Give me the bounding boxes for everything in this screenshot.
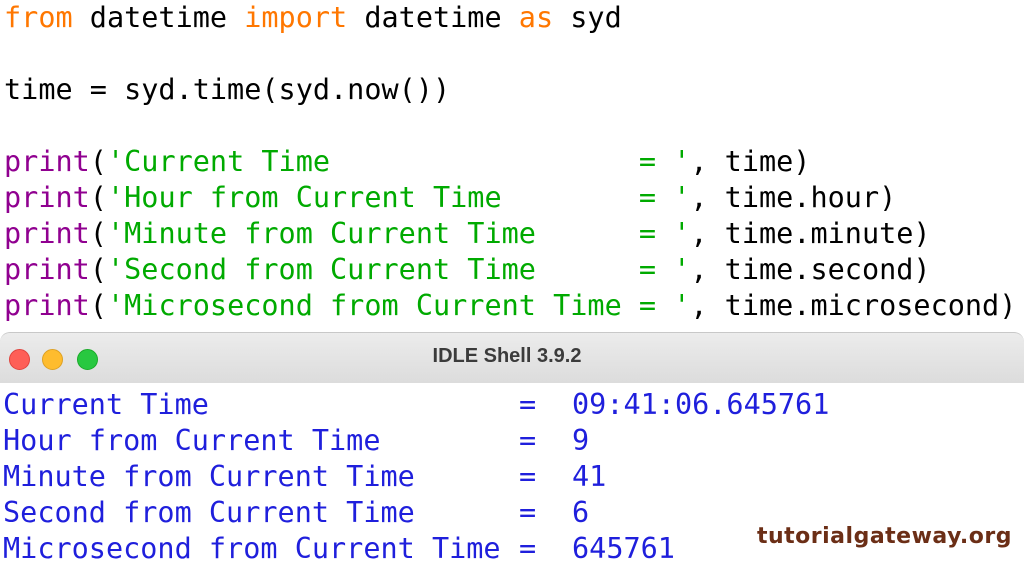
- code-line-print: print('Second from Current Time = ', tim…: [4, 253, 931, 286]
- print-args: , time.minute): [690, 217, 931, 250]
- output-line: Minute from Current Time = 41: [3, 459, 606, 495]
- keyword-import: import: [244, 1, 348, 34]
- keyword-from: from: [4, 1, 73, 34]
- output-line: Hour from Current Time = 9: [3, 423, 589, 459]
- print-builtin: print: [4, 217, 90, 250]
- print-builtin: print: [4, 181, 90, 214]
- output-label: Hour from Current Time: [3, 424, 381, 457]
- code-line-print: print('Hour from Current Time = ', time.…: [4, 181, 897, 214]
- watermark-logo: tutorialgateway.org: [756, 524, 1012, 549]
- module-name: datetime: [72, 1, 245, 34]
- output-label: Minute from Current Time: [3, 460, 415, 493]
- print-args: , time): [690, 145, 811, 178]
- output-label: Microsecond from Current Time: [3, 532, 501, 565]
- string-literal: 'Minute from Current Time = ': [106, 217, 691, 250]
- output-equals: =: [519, 496, 537, 529]
- close-window-button[interactable]: [9, 349, 30, 370]
- keyword-as: as: [518, 1, 554, 34]
- window-title: IDLE Shell 3.9.2: [432, 345, 582, 367]
- string-literal: 'Second from Current Time = ': [106, 253, 691, 286]
- output-equals: =: [519, 460, 537, 493]
- print-args: , time.hour): [690, 181, 897, 214]
- code-line-import: from datetime import datetime as syd: [4, 0, 622, 36]
- output-label: Current Time: [3, 388, 209, 421]
- code-editor[interactable]: from datetime import datetime as syd tim…: [0, 0, 1024, 330]
- print-args: , time.microsecond): [690, 289, 1017, 322]
- print-builtin: print: [4, 289, 90, 322]
- code-line-print: print('Minute from Current Time = ', tim…: [4, 217, 931, 250]
- code-line-print: print('Current Time = ', time): [4, 145, 811, 178]
- output-value: 6: [572, 496, 590, 529]
- minimize-window-button[interactable]: [42, 349, 63, 370]
- output-equals: =: [519, 532, 537, 565]
- output-line: Second from Current Time = 6: [3, 495, 589, 531]
- output-line: Microsecond from Current Time = 645761: [3, 531, 675, 567]
- code-line-assignment: time = syd.time(syd.now()): [4, 73, 451, 106]
- alias-name: syd: [553, 1, 622, 34]
- output-value: 41: [572, 460, 607, 493]
- output-value: 645761: [572, 532, 675, 565]
- shell-window-titlebar[interactable]: IDLE Shell 3.9.2: [0, 332, 1024, 384]
- string-literal: 'Current Time = ': [106, 145, 691, 178]
- output-value: 09:41:06.645761: [572, 388, 830, 421]
- output-value: 9: [572, 424, 590, 457]
- output-equals: =: [519, 388, 537, 421]
- print-builtin: print: [4, 253, 90, 286]
- output-line: Current Time = 09:41:06.645761: [3, 387, 829, 423]
- string-literal: 'Microsecond from Current Time = ': [106, 289, 691, 322]
- import-name: datetime: [347, 1, 519, 34]
- zoom-window-button[interactable]: [77, 349, 98, 370]
- output-label: Second from Current Time: [3, 496, 415, 529]
- string-literal: 'Hour from Current Time = ': [106, 181, 691, 214]
- print-builtin: print: [4, 145, 90, 178]
- code-line-print: print('Microsecond from Current Time = '…: [4, 289, 1017, 322]
- output-equals: =: [519, 424, 537, 457]
- print-args: , time.second): [690, 253, 931, 286]
